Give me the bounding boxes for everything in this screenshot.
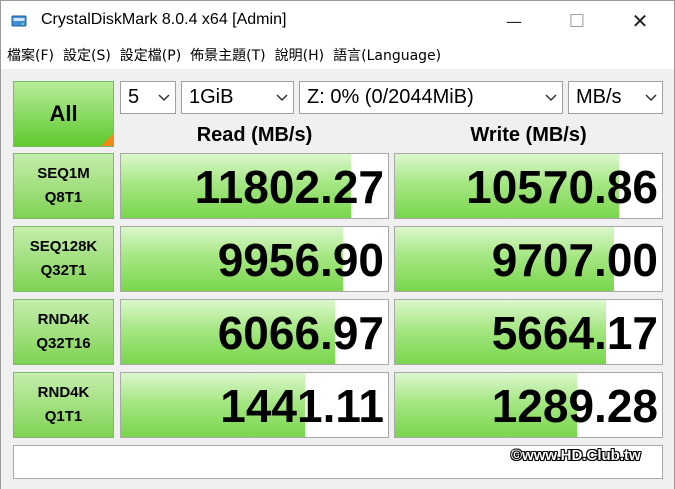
unit-select[interactable]: MB/s [568, 81, 663, 114]
minimize-icon: — [506, 11, 522, 31]
test-count-value: 5 [128, 86, 140, 108]
menu-profile[interactable]: 設定檔(P) [120, 45, 181, 65]
menu-settings[interactable]: 設定(S) [63, 45, 111, 65]
read-result-seq128k-q32t1: 9956.90 [120, 226, 389, 292]
title-bar[interactable]: CrystalDiskMark 8.0.4 x64 [Admin] — ☐ ✕ [1, 1, 674, 41]
chevron-down-icon [645, 94, 657, 102]
all-button-label: All [49, 101, 78, 126]
menu-help[interactable]: 說明(H) [275, 45, 324, 65]
maximize-icon: ☐ [568, 10, 586, 32]
write-result-rnd4k-q1t1: 1289.28 [394, 372, 663, 438]
read-value: 6066.97 [217, 307, 384, 359]
test-params: Q8T1 [44, 189, 83, 206]
menu-language[interactable]: 語言(Language) [333, 45, 441, 65]
test-button-rnd4k-q32t16[interactable]: RND4K Q32T16 [13, 299, 114, 365]
test-name: RND4K [37, 311, 90, 328]
window-title: CrystalDiskMark 8.0.4 x64 [Admin] [41, 11, 287, 28]
test-name: RND4K [37, 384, 90, 401]
test-button-seq1m-q8t1[interactable]: SEQ1M Q8T1 [13, 153, 114, 219]
unit-value: MB/s [576, 86, 622, 108]
drive-select[interactable]: Z: 0% (0/2044MiB) [299, 81, 563, 114]
close-icon: ✕ [631, 9, 649, 33]
test-count-select[interactable]: 5 [120, 81, 176, 114]
write-value: 9707.00 [491, 234, 658, 286]
disk-app-icon [11, 15, 27, 27]
test-size-value: 1GiB [189, 86, 234, 108]
menu-bar: 檔案(F) 設定(S) 設定檔(P) 佈景主題(T) 說明(H) 語言(Lang… [1, 41, 674, 69]
write-value: 5664.17 [491, 307, 658, 359]
write-result-seq1m-q8t1: 10570.86 [394, 153, 663, 219]
chevron-down-icon [545, 94, 557, 102]
write-result-seq128k-q32t1: 9707.00 [394, 226, 663, 292]
test-name: SEQ1M [37, 165, 90, 182]
maximize-button[interactable]: ☐ [554, 1, 600, 41]
read-result-rnd4k-q32t16: 6066.97 [120, 299, 389, 365]
test-params: Q32T16 [36, 335, 91, 352]
read-result-rnd4k-q1t1: 1441.11 [120, 372, 389, 438]
menu-file[interactable]: 檔案(F) [7, 45, 54, 65]
drive-value: Z: 0% (0/2044MiB) [307, 86, 474, 108]
test-button-seq128k-q32t1[interactable]: SEQ128K Q32T1 [13, 226, 114, 292]
read-column-header: Read (MB/s) [196, 124, 313, 146]
read-value: 11802.27 [194, 161, 384, 213]
test-params: Q32T1 [40, 262, 87, 279]
test-button-rnd4k-q1t1[interactable]: RND4K Q1T1 [13, 372, 114, 438]
chevron-down-icon [276, 94, 288, 102]
all-button[interactable]: All [13, 81, 114, 147]
write-result-rnd4k-q32t16: 5664.17 [394, 299, 663, 365]
watermark-text: ©www.HD.Club.tw [511, 447, 641, 464]
read-value: 9956.90 [217, 234, 384, 286]
crystaldiskmark-window: CrystalDiskMark 8.0.4 x64 [Admin] — ☐ ✕ … [0, 0, 675, 489]
benchmark-panel: All 5 1GiB Z: 0% (0/2044MiB) MB/s Read (… [1, 69, 674, 489]
read-result-seq1m-q8t1: 11802.27 [120, 153, 389, 219]
test-name: SEQ128K [29, 238, 98, 255]
minimize-button[interactable]: — [491, 1, 537, 41]
close-button[interactable]: ✕ [617, 1, 663, 41]
write-column-header: Write (MB/s) [470, 124, 587, 146]
corner-marker [101, 134, 113, 146]
write-value: 1289.28 [491, 380, 658, 432]
menu-theme[interactable]: 佈景主題(T) [190, 45, 265, 65]
test-size-select[interactable]: 1GiB [181, 81, 294, 114]
write-value: 10570.86 [466, 161, 658, 213]
test-params: Q1T1 [44, 408, 83, 425]
chevron-down-icon [158, 94, 170, 102]
read-value: 1441.11 [220, 380, 384, 432]
